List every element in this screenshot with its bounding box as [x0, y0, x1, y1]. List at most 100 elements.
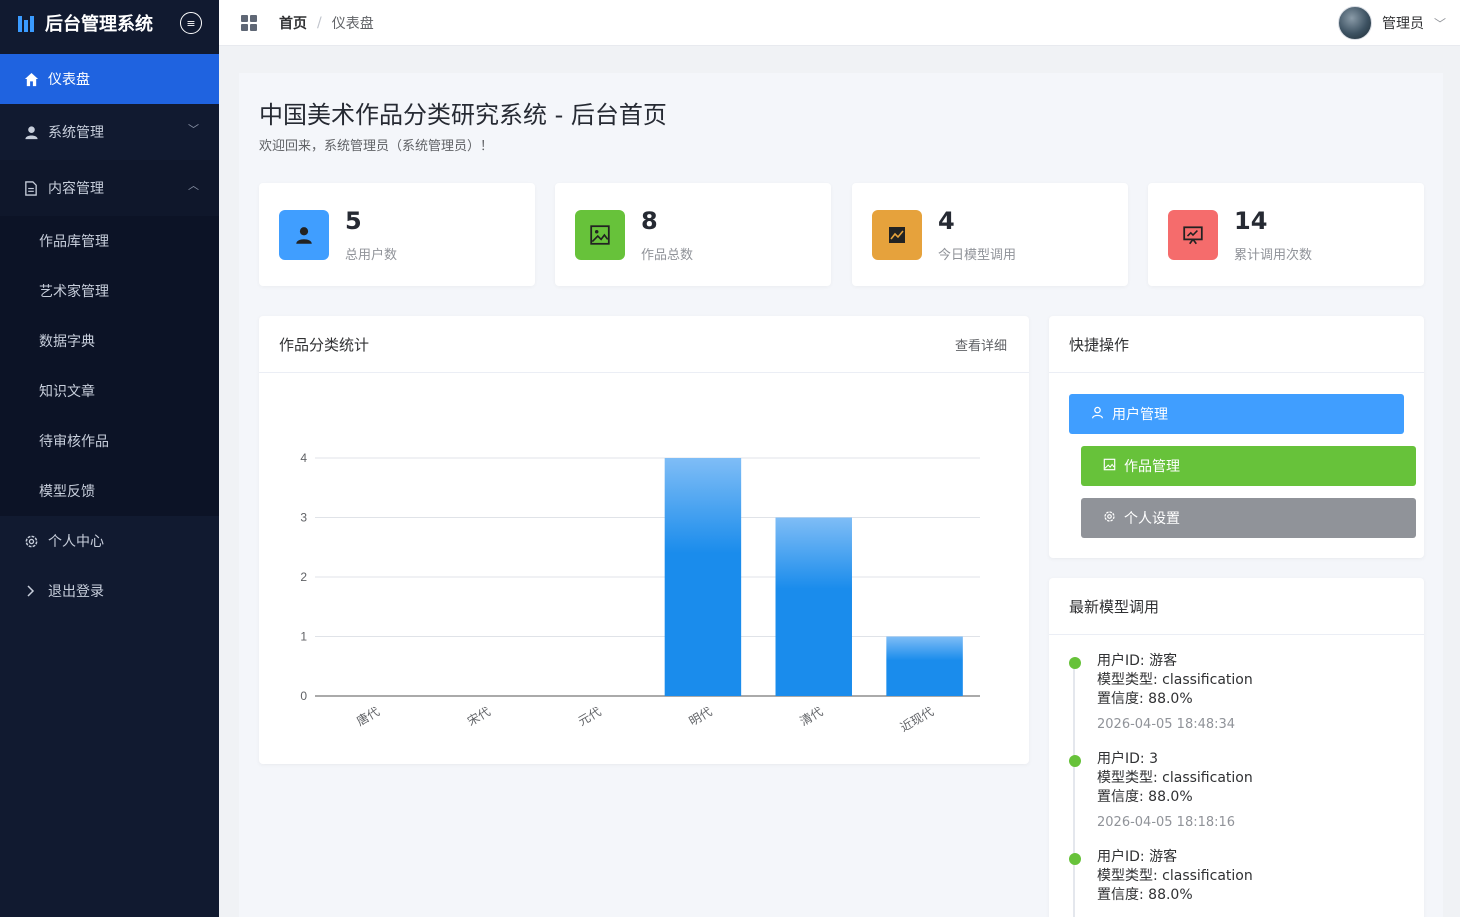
category-bar-chart: 0 1 2 3 4 唐代 宋代 元代 明代 清代 近现代 [300, 451, 980, 735]
bar[interactable] [664, 458, 742, 696]
stat-card-users: 5 总用户数 [259, 183, 535, 286]
y-tick-label: 2 [300, 570, 307, 584]
stat-card-artworks: 8 作品总数 [555, 183, 831, 286]
chevron-right-icon [23, 583, 39, 599]
sidebar-item-dashboard[interactable]: 仪表盘 [0, 54, 219, 104]
sidebar-item-label: 退出登录 [48, 584, 104, 600]
x-tick-label: 宋代 [464, 704, 492, 729]
sidebar-item-dictionary[interactable]: 数据字典 [0, 316, 219, 366]
picture-icon [1103, 458, 1116, 475]
chevron-down-icon[interactable]: ﹀ [1434, 15, 1446, 32]
x-tick-label: 清代 [797, 704, 825, 728]
stat-label: 作品总数 [641, 248, 694, 263]
sidebar-item-system[interactable]: 系统管理 ﹀ [0, 104, 219, 160]
y-tick-label: 3 [300, 511, 307, 525]
logo: 后台管理系统 ≡ [0, 0, 219, 46]
chart-panel-header: 作品分类统计 查看详细 [259, 316, 1029, 373]
quick-actions-header: 快捷操作 [1049, 316, 1424, 373]
trend-chart-icon [872, 210, 922, 260]
user-name[interactable]: 管理员 [1382, 13, 1424, 33]
sidebar-item-label: 数据字典 [39, 334, 95, 350]
sidebar-item-articles[interactable]: 知识文章 [0, 366, 219, 416]
sidebar-item-label: 待审核作品 [39, 434, 109, 450]
timeline-dot [1069, 755, 1081, 767]
stat-value: 4 [938, 207, 955, 235]
sidebar-item-profile[interactable]: 个人中心 [0, 516, 219, 566]
call-model-type: 模型类型: classification [1097, 672, 1253, 688]
stat-value: 8 [641, 207, 658, 235]
x-tick-label: 近现代 [898, 704, 936, 734]
timeline-item: 用户ID: 3 模型类型: classification 置信度: 88.0% … [1069, 750, 1253, 832]
user-icon [23, 124, 39, 140]
user-menu[interactable]: 管理员 ﹀ [1337, 6, 1446, 40]
bar[interactable] [886, 636, 963, 697]
welcome-text: 欢迎回来，系统管理员（系统管理员）！ [259, 139, 494, 154]
chart-panel-title: 作品分类统计 [279, 335, 370, 354]
breadcrumb-current: 仪表盘 [331, 15, 374, 32]
sidebar-item-pending-review[interactable]: 待审核作品 [0, 416, 219, 466]
view-details-link[interactable]: 查看详细 [955, 335, 1007, 354]
sidebar-item-label: 知识文章 [39, 384, 95, 400]
picture-icon [575, 210, 625, 260]
timeline-dot [1069, 657, 1081, 669]
user-management-button[interactable]: 用户管理 [1069, 394, 1404, 434]
stat-value: 14 [1234, 207, 1268, 235]
breadcrumb: 首页 / 仪表盘 [279, 13, 374, 33]
sidebar-item-content[interactable]: 内容管理 ︿ [0, 160, 219, 216]
sidebar-item-label: 仪表盘 [48, 72, 90, 88]
user-outline-icon [1091, 406, 1104, 423]
stat-card-today-calls: 4 今日模型调用 [852, 183, 1128, 286]
sidebar-item-label: 作品库管理 [39, 234, 109, 250]
sidebar-item-label: 个人中心 [48, 534, 104, 550]
sidebar-item-model-feedback[interactable]: 模型反馈 [0, 466, 219, 516]
gear-icon [23, 533, 39, 549]
breadcrumb-home[interactable]: 首页 [279, 13, 307, 33]
chart-panel: 作品分类统计 查看详细 0 1 2 3 4 唐代 宋代 元代 明代 清代 近现代 [259, 316, 1029, 764]
sidebar-item-label: 内容管理 [48, 181, 104, 197]
quick-actions-panel: 快捷操作 用户管理 作品管理 个人设置 [1049, 316, 1424, 558]
stat-label: 今日模型调用 [938, 248, 1017, 263]
y-tick-label: 1 [300, 630, 307, 644]
quick-actions-title: 快捷操作 [1069, 335, 1130, 354]
button-label: 作品管理 [1124, 459, 1180, 475]
x-tick-label: 元代 [576, 704, 604, 728]
x-tick-label: 唐代 [354, 704, 382, 729]
call-timestamp: 2026-04-05 18:18:16 [1097, 815, 1236, 830]
timeline: 用户ID: 游客 模型类型: classification 置信度: 88.0%… [1069, 652, 1253, 917]
stat-label: 累计调用次数 [1234, 248, 1313, 263]
apps-grid-icon[interactable] [241, 14, 257, 31]
document-icon [23, 180, 39, 196]
call-confidence: 置信度: 88.0% [1097, 691, 1193, 707]
top-header: 首页 / 仪表盘 管理员 ﹀ [219, 0, 1460, 46]
breadcrumb-separator: / [317, 14, 322, 31]
presentation-icon [1168, 210, 1218, 260]
personal-settings-button[interactable]: 个人设置 [1081, 498, 1416, 538]
artwork-management-button[interactable]: 作品管理 [1081, 446, 1416, 486]
sidebar-item-artwork-library[interactable]: 作品库管理 [0, 216, 219, 266]
avatar[interactable] [1337, 6, 1372, 40]
y-tick-label: 0 [300, 689, 307, 703]
call-user: 用户ID: 3 [1097, 751, 1158, 767]
timeline-dot [1069, 853, 1081, 865]
user-icon [279, 210, 329, 260]
sidebar: 后台管理系统 ≡ 仪表盘 系统管理 ﹀ 内容管理 ︿ 作品库管理 艺术家管理 数… [0, 0, 219, 917]
sidebar-item-logout[interactable]: 退出登录 [0, 566, 219, 616]
call-user: 用户ID: 游客 [1097, 849, 1178, 865]
call-model-type: 模型类型: classification [1097, 770, 1253, 786]
stat-value: 5 [345, 207, 362, 235]
sidebar-item-artists[interactable]: 艺术家管理 [0, 266, 219, 316]
recent-calls-header: 最新模型调用 [1049, 578, 1424, 635]
timeline-item: 用户ID: 游客 模型类型: classification 置信度: 88.0%… [1069, 652, 1253, 734]
bar[interactable] [775, 517, 852, 697]
main-content: 中国美术作品分类研究系统 - 后台首页 欢迎回来，系统管理员（系统管理员）！ 5… [239, 73, 1443, 917]
app-title: 后台管理系统 [45, 14, 153, 35]
recent-calls-panel: 最新模型调用 用户ID: 游客 模型类型: classification 置信度… [1049, 578, 1424, 917]
call-confidence: 置信度: 88.0% [1097, 887, 1193, 903]
chevron-down-icon: ﹀ [188, 123, 199, 136]
content-submenu: 作品库管理 艺术家管理 数据字典 知识文章 待审核作品 模型反馈 [0, 216, 219, 516]
stat-label: 总用户数 [345, 248, 398, 263]
chevron-up-icon: ︿ [188, 179, 199, 192]
x-tick-label: 明代 [687, 704, 715, 728]
menu-toggle-icon[interactable]: ≡ [180, 12, 202, 34]
gear-icon [1103, 510, 1116, 527]
